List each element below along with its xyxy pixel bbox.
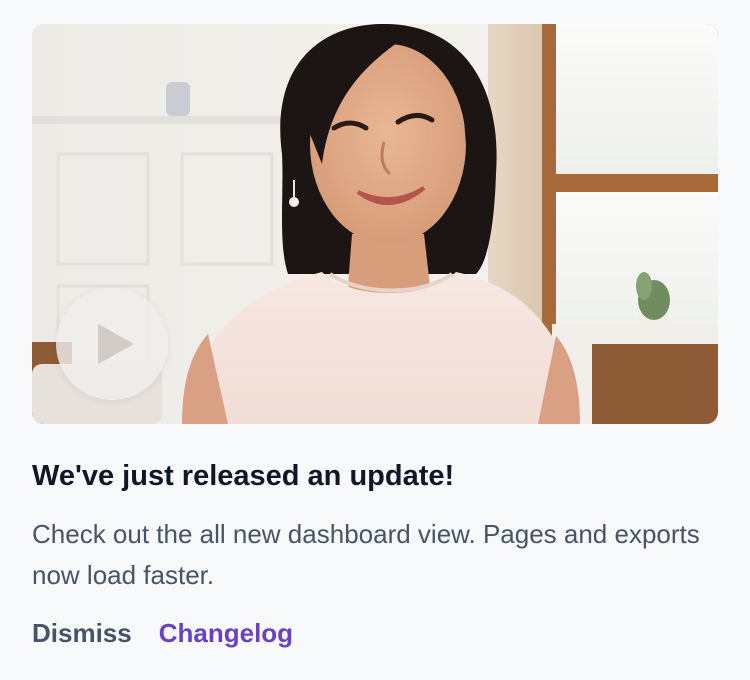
card-description: Check out the all new dashboard view. Pa… xyxy=(32,519,700,590)
card-title: We've just released an update! xyxy=(32,460,455,492)
update-card: We've just released an update! Check out… xyxy=(32,24,718,648)
play-icon xyxy=(98,324,134,364)
card-actions: Dismiss Changelog xyxy=(32,618,293,649)
changelog-button[interactable]: Changelog xyxy=(159,618,293,649)
dismiss-button[interactable]: Dismiss xyxy=(32,618,132,649)
play-button[interactable] xyxy=(56,288,168,400)
video-thumbnail[interactable] xyxy=(32,24,718,424)
